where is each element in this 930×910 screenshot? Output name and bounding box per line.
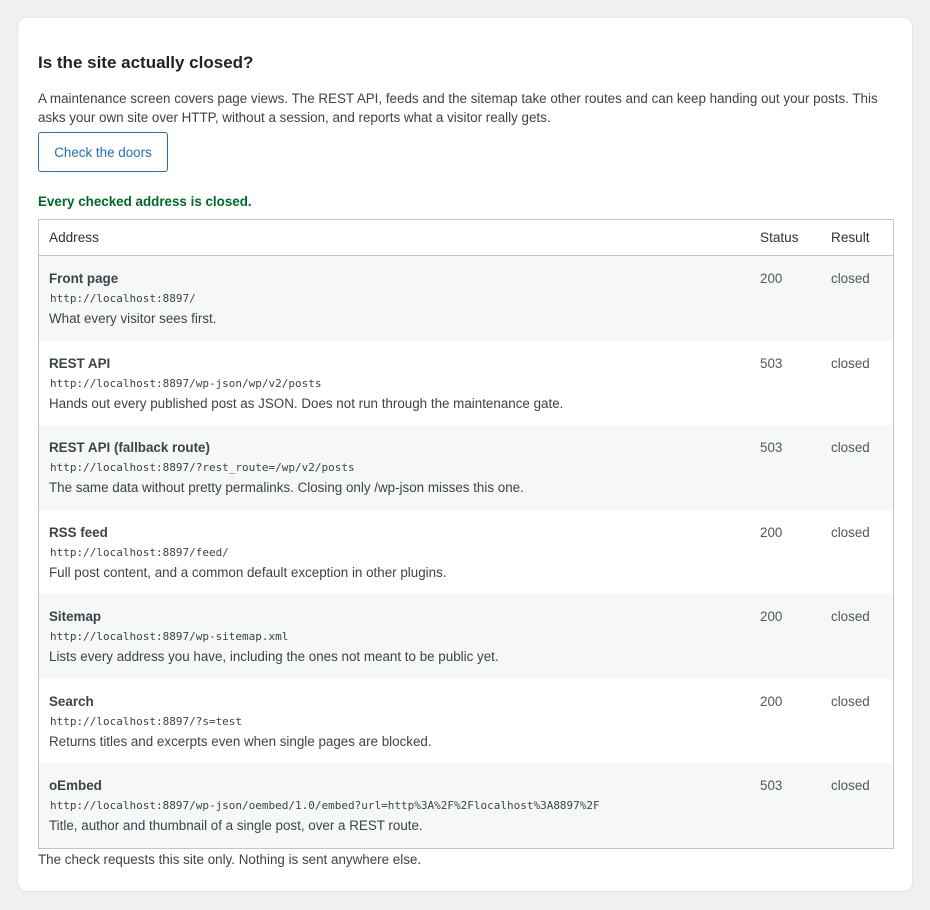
- endpoint-url: http://localhost:8897/wp-json/oembed/1.0…: [50, 799, 600, 812]
- table-row: Search http://localhost:8897/?s=test Retur…: [39, 679, 893, 764]
- endpoint-name: oEmbed: [49, 778, 102, 793]
- endpoint-name: REST API (fallback route): [49, 440, 210, 455]
- result-cell: closed: [831, 524, 870, 540]
- check-the-doors-button[interactable]: Check the doors: [38, 132, 168, 172]
- results-table: Address Status Result Front page http://l…: [38, 219, 894, 849]
- address-cell: Search http://localhost:8897/?s=test Retur…: [39, 693, 750, 764]
- result-cell: closed: [831, 693, 870, 709]
- panel-title: Is the site actually closed?: [38, 53, 254, 72]
- table-body: Front page http://localhost:8897/What eve…: [39, 256, 893, 848]
- http-status-cell: 200: [760, 524, 783, 540]
- endpoint-name: Search: [49, 693, 94, 709]
- http-status-cell: 200: [760, 609, 783, 624]
- column-header-address: Address: [49, 230, 99, 245]
- endpoint-note: Lists every address you have, including …: [49, 649, 499, 664]
- address-cell: Sitemap http://localhost:8897/wp-sitemap.…: [39, 608, 750, 679]
- endpoint-url: http://localhost:8897/?s=test: [50, 714, 243, 728]
- table-row: oEmbed http://localhost:8897/wp-json/oemb…: [39, 763, 893, 848]
- table-header: Address Status Result: [39, 220, 893, 256]
- http-status-cell: 503: [760, 440, 783, 455]
- endpoint-name: REST API: [49, 355, 111, 371]
- endpoint-note: Full post content, and a common default …: [49, 564, 447, 580]
- column-header-status: Status: [760, 230, 799, 245]
- status-message: Every checked address is closed.: [38, 194, 252, 209]
- table-row: Front page http://localhost:8897/What eve…: [39, 256, 893, 341]
- http-status-cell: 503: [760, 355, 783, 371]
- address-cell: oEmbed http://localhost:8897/wp-json/oemb…: [39, 777, 750, 848]
- endpoint-name: Sitemap: [49, 609, 102, 624]
- http-status-cell: 503: [760, 778, 783, 793]
- endpoint-name: Front page: [49, 271, 119, 286]
- column-header-result: Result: [831, 230, 870, 245]
- panel-description: A maintenance screen covers page views. …: [38, 91, 878, 125]
- table-row: REST API http://localhost:8897/wp-json/wp…: [39, 341, 893, 426]
- address-cell: REST API (fallback route) http://localhos…: [39, 439, 750, 510]
- http-status-cell: 200: [760, 693, 783, 709]
- table-row: RSS feed http://localhost:8897/feed/Full …: [39, 510, 893, 595]
- endpoint-name: RSS feed: [49, 524, 108, 540]
- endpoint-url: http://localhost:8897/wp-json/wp/v2/post…: [50, 376, 322, 390]
- address-cell: RSS feed http://localhost:8897/feed/Full …: [39, 524, 750, 595]
- endpoint-url: http://localhost:8897/?rest_route=/wp/v2…: [50, 461, 355, 474]
- endpoint-url: http://localhost:8897/: [50, 292, 196, 305]
- endpoint-note: Returns titles and excerpts even when si…: [49, 733, 432, 749]
- result-cell: closed: [831, 355, 870, 371]
- address-cell: REST API http://localhost:8897/wp-json/wp…: [39, 355, 750, 426]
- http-status-cell: 200: [760, 271, 783, 286]
- endpoint-url: http://localhost:8897/feed/: [50, 545, 229, 559]
- table-row: REST API (fallback route) http://localhos…: [39, 425, 893, 510]
- endpoint-note: What every visitor sees first.: [49, 311, 217, 326]
- address-cell: Front page http://localhost:8897/What eve…: [39, 270, 750, 341]
- result-cell: closed: [831, 778, 870, 793]
- endpoint-note: Hands out every published post as JSON. …: [49, 395, 564, 411]
- endpoint-url: http://localhost:8897/wp-sitemap.xml: [50, 630, 289, 643]
- table-row: Sitemap http://localhost:8897/wp-sitemap.…: [39, 594, 893, 679]
- endpoint-note: The same data without pretty permalinks.…: [49, 480, 524, 495]
- privacy-footnote: The check requests this site only. Nothi…: [38, 852, 422, 867]
- result-cell: closed: [831, 609, 870, 624]
- result-cell: closed: [831, 271, 870, 286]
- site-closure-check-panel: Is the site actually closed? A maintenan…: [17, 17, 913, 892]
- result-cell: closed: [831, 440, 870, 455]
- endpoint-note: Title, author and thumbnail of a single …: [49, 818, 423, 833]
